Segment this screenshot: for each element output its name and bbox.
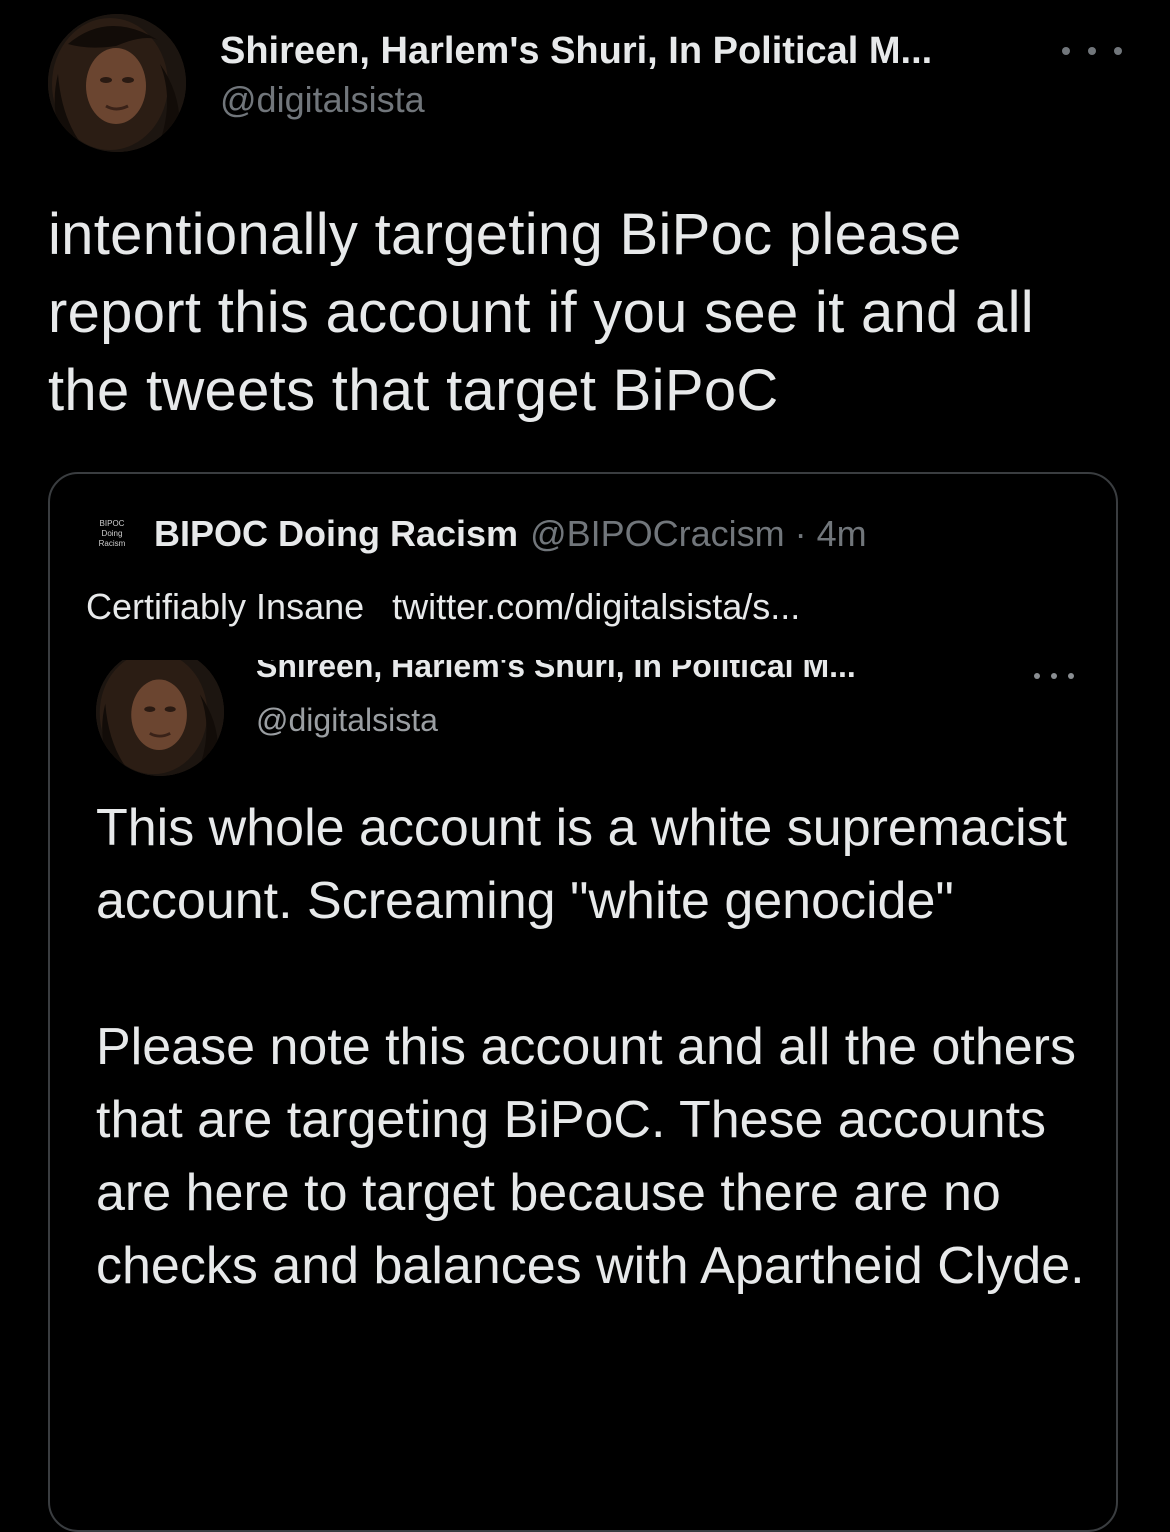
author-handle[interactable]: @digitalsista xyxy=(220,78,932,122)
logo-line: BIPOC xyxy=(99,519,125,528)
avatar[interactable] xyxy=(48,14,186,152)
avatar-photo xyxy=(48,14,186,152)
quote-text: Certifiably Insane xyxy=(86,586,365,627)
more-dot xyxy=(1034,673,1040,679)
embedded-screenshot: Shireen, Harlem's Shuri, In Political M.… xyxy=(50,660,1116,1530)
quote-display-name[interactable]: BIPOC Doing Racism xyxy=(154,513,518,555)
quote-tweet-card[interactable]: BIPOC Doing Racism BIPOC Doing Racism @B… xyxy=(48,472,1118,1532)
embedded-tweet-text: This whole account is a white supremacis… xyxy=(96,799,1085,1295)
quote-separator: · xyxy=(794,513,807,554)
quote-link[interactable]: twitter.com/digitalsista/s... xyxy=(392,586,800,627)
logo-line: Racism xyxy=(98,539,126,548)
embedded-avatar xyxy=(96,660,224,776)
embedded-avatar-photo xyxy=(96,660,224,776)
quote-timestamp[interactable]: 4m xyxy=(817,513,867,555)
author-display-name[interactable]: Shireen, Harlem's Shuri, In Political M.… xyxy=(220,28,932,74)
more-dot xyxy=(1051,673,1057,679)
quote-body: Certifiably Insane twitter.com/digitalsi… xyxy=(86,586,800,628)
quote-handle[interactable]: @BIPOCracism xyxy=(530,513,785,555)
embedded-more-icon xyxy=(1034,668,1074,684)
quote-header: BIPOC Doing Racism BIPOC Doing Racism @B… xyxy=(90,512,867,556)
more-dot xyxy=(1114,47,1122,55)
tweet-header: Shireen, Harlem's Shuri, In Political M.… xyxy=(48,14,1122,154)
avatar-photo xyxy=(96,660,224,776)
tweet-text: intentionally targeting BiPoc please rep… xyxy=(48,202,1034,423)
more-dot xyxy=(1062,47,1070,55)
more-dot xyxy=(1068,673,1074,679)
bipoc-racism-logo[interactable]: BIPOC Doing Racism xyxy=(90,512,134,556)
more-dot xyxy=(1088,47,1096,55)
author-block: Shireen, Harlem's Shuri, In Political M.… xyxy=(220,28,932,122)
more-options-icon[interactable] xyxy=(1062,36,1122,66)
embedded-display-name: Shireen, Harlem's Shuri, In Political M.… xyxy=(256,660,856,684)
logo-line: Doing xyxy=(101,529,123,538)
embedded-handle: @digitalsista xyxy=(256,702,438,738)
